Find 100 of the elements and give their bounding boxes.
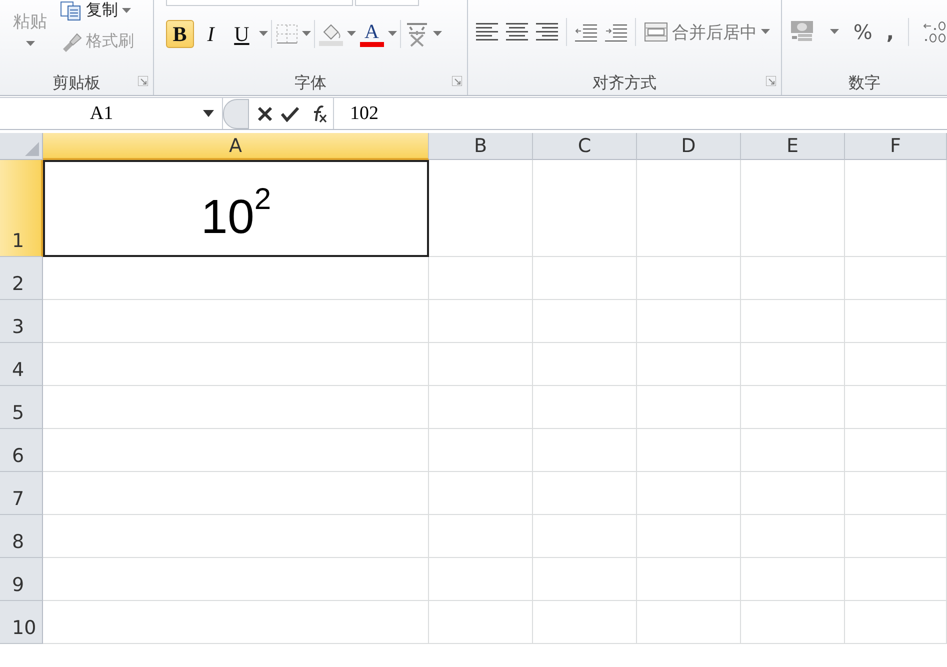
percent-button[interactable]: % bbox=[853, 20, 872, 44]
row-header[interactable]: 8 bbox=[0, 515, 43, 558]
table-cell[interactable] bbox=[533, 160, 637, 257]
copy-icon[interactable] bbox=[60, 0, 82, 20]
table-cell[interactable] bbox=[533, 300, 637, 343]
cancel-icon[interactable] bbox=[257, 106, 273, 122]
row-header[interactable]: 2 bbox=[0, 257, 43, 300]
table-cell[interactable] bbox=[741, 472, 845, 515]
column-header[interactable]: D bbox=[637, 133, 741, 160]
bold-button[interactable]: B bbox=[166, 20, 194, 48]
table-cell[interactable] bbox=[533, 343, 637, 386]
row-header[interactable]: 7 bbox=[0, 472, 43, 515]
comma-style-button[interactable]: , bbox=[886, 20, 894, 44]
table-cell[interactable] bbox=[429, 300, 533, 343]
table-cell[interactable] bbox=[845, 300, 947, 343]
table-cell[interactable] bbox=[637, 257, 741, 300]
row-header[interactable]: 1 bbox=[0, 160, 43, 257]
table-cell[interactable] bbox=[637, 601, 741, 644]
table-cell[interactable] bbox=[845, 515, 947, 558]
table-cell[interactable] bbox=[741, 429, 845, 472]
increase-indent-icon[interactable] bbox=[605, 22, 628, 42]
table-cell[interactable] bbox=[741, 300, 845, 343]
row-header[interactable]: 4 bbox=[0, 343, 43, 386]
paint-bucket-icon[interactable] bbox=[318, 22, 344, 46]
align-center-icon[interactable] bbox=[506, 22, 528, 42]
table-cell[interactable] bbox=[845, 160, 947, 257]
checkmark-icon[interactable] bbox=[281, 106, 299, 122]
table-cell[interactable] bbox=[43, 515, 429, 558]
table-cell[interactable] bbox=[429, 343, 533, 386]
table-cell[interactable] bbox=[741, 558, 845, 601]
table-cell[interactable] bbox=[533, 429, 637, 472]
table-cell[interactable] bbox=[429, 257, 533, 300]
table-cell[interactable] bbox=[637, 160, 741, 257]
font-color-button[interactable]: A bbox=[358, 22, 385, 46]
column-header[interactable]: E bbox=[741, 133, 845, 160]
column-header[interactable]: A bbox=[43, 133, 429, 160]
row-header[interactable]: 3 bbox=[0, 300, 43, 343]
table-cell[interactable] bbox=[429, 386, 533, 429]
table-cell[interactable] bbox=[845, 601, 947, 644]
active-cell[interactable]: 10$^{2}$ bbox=[43, 160, 429, 257]
table-cell[interactable] bbox=[741, 343, 845, 386]
font-size-field[interactable] bbox=[354, 0, 419, 6]
table-cell[interactable] bbox=[741, 601, 845, 644]
table-cell[interactable] bbox=[43, 429, 429, 472]
table-cell[interactable] bbox=[741, 160, 845, 257]
table-cell[interactable] bbox=[845, 386, 947, 429]
dialog-launcher-icon[interactable] bbox=[138, 76, 148, 86]
table-cell[interactable] bbox=[533, 257, 637, 300]
table-cell[interactable] bbox=[845, 558, 947, 601]
table-cell[interactable] bbox=[637, 300, 741, 343]
table-cell[interactable] bbox=[637, 386, 741, 429]
table-cell[interactable] bbox=[43, 300, 429, 343]
table-cell[interactable] bbox=[637, 515, 741, 558]
table-cell[interactable] bbox=[845, 257, 947, 300]
increase-decimal-icon[interactable] bbox=[923, 20, 947, 44]
table-cell[interactable] bbox=[533, 558, 637, 601]
table-cell[interactable] bbox=[845, 472, 947, 515]
table-cell[interactable] bbox=[43, 601, 429, 644]
align-right-icon[interactable] bbox=[536, 22, 558, 42]
merge-center-button[interactable]: 合并后居中 bbox=[644, 20, 770, 44]
table-cell[interactable] bbox=[533, 601, 637, 644]
collapse-handle[interactable] bbox=[223, 98, 249, 128]
caret-icon[interactable] bbox=[203, 110, 214, 117]
table-cell[interactable] bbox=[43, 558, 429, 601]
align-left-icon[interactable] bbox=[476, 22, 498, 42]
italic-button[interactable]: I bbox=[196, 20, 225, 48]
formula-field[interactable]: 102 bbox=[334, 102, 378, 124]
table-cell[interactable] bbox=[429, 472, 533, 515]
row-header[interactable]: 10 bbox=[0, 601, 43, 644]
decrease-indent-icon[interactable] bbox=[575, 22, 598, 42]
row-header[interactable]: 5 bbox=[0, 386, 43, 429]
table-cell[interactable] bbox=[637, 429, 741, 472]
dialog-launcher-icon[interactable] bbox=[766, 76, 776, 86]
table-cell[interactable] bbox=[741, 515, 845, 558]
column-header[interactable]: F bbox=[845, 133, 947, 160]
table-cell[interactable] bbox=[845, 343, 947, 386]
table-cell[interactable] bbox=[43, 343, 429, 386]
table-cell[interactable] bbox=[845, 429, 947, 472]
table-cell[interactable] bbox=[637, 558, 741, 601]
borders-icon[interactable] bbox=[274, 23, 299, 45]
table-cell[interactable] bbox=[429, 429, 533, 472]
table-cell[interactable] bbox=[429, 515, 533, 558]
table-cell[interactable] bbox=[741, 386, 845, 429]
name-box[interactable]: A1 bbox=[0, 98, 223, 129]
table-cell[interactable] bbox=[533, 472, 637, 515]
underline-button[interactable]: U bbox=[228, 20, 256, 48]
font-name-field[interactable] bbox=[166, 0, 353, 6]
select-all-corner[interactable] bbox=[0, 133, 43, 160]
column-header[interactable]: B bbox=[429, 133, 533, 160]
table-cell[interactable] bbox=[429, 160, 533, 257]
dialog-launcher-icon[interactable] bbox=[452, 76, 462, 86]
column-header[interactable]: C bbox=[533, 133, 637, 160]
table-cell[interactable] bbox=[533, 386, 637, 429]
table-cell[interactable] bbox=[533, 515, 637, 558]
row-header[interactable]: 9 bbox=[0, 558, 43, 601]
table-cell[interactable] bbox=[637, 472, 741, 515]
table-cell[interactable] bbox=[429, 558, 533, 601]
copy-button[interactable]: 复制 bbox=[86, 0, 118, 21]
row-header[interactable]: 6 bbox=[0, 429, 43, 472]
table-cell[interactable] bbox=[43, 386, 429, 429]
